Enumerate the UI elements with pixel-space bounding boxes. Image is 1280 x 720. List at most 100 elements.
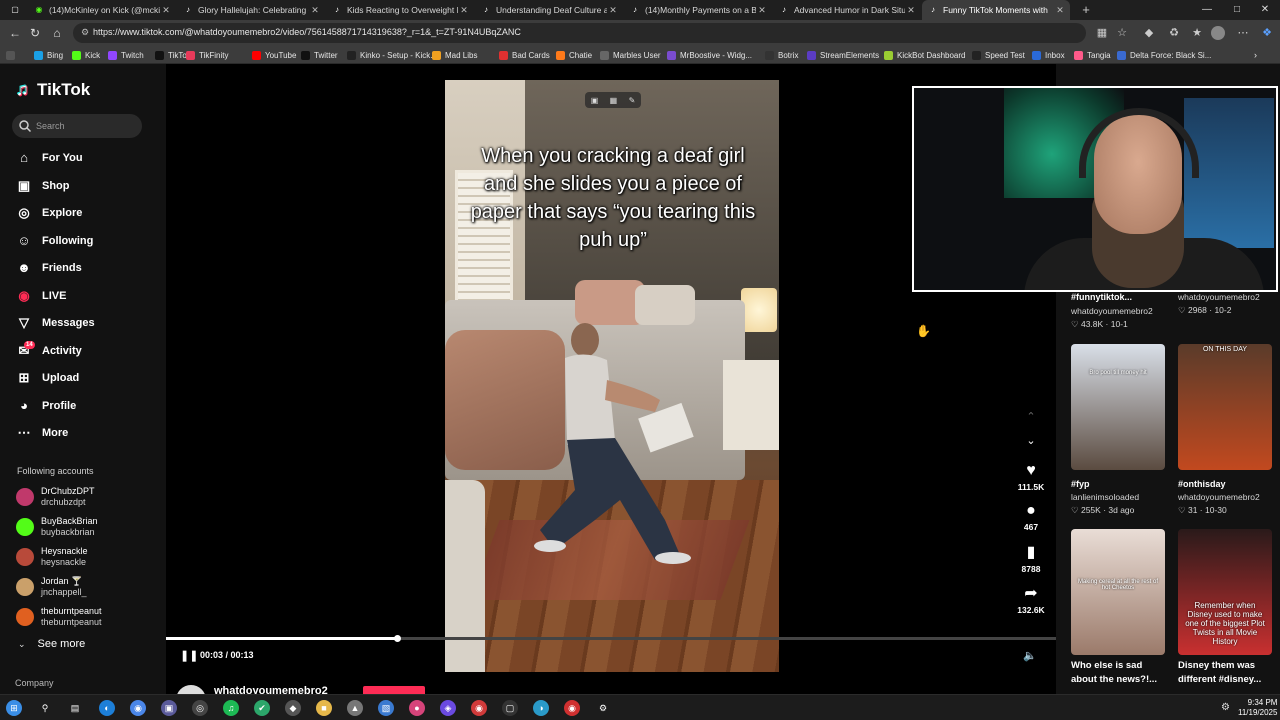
app-icon[interactable]: ▧: [378, 700, 394, 716]
search-box[interactable]: [12, 114, 142, 138]
card-author[interactable]: whatdoyoumemebro2: [1178, 292, 1260, 302]
bookmark-item[interactable]: Botrix: [765, 46, 798, 64]
card-thumbnail[interactable]: ON THIS DAY: [1178, 344, 1272, 470]
save-button[interactable]: ▮ 8788: [1016, 544, 1046, 574]
app-icon[interactable]: ◑: [533, 700, 549, 716]
following-account[interactable]: theburntpeanut theburntpeanut: [16, 604, 156, 630]
close-tab-icon[interactable]: ✕: [458, 5, 470, 16]
progress-knob[interactable]: [394, 635, 402, 642]
next-video-icon[interactable]: ⌄: [1023, 434, 1039, 448]
card-title[interactable]: Disney them was different #disney...: [1178, 659, 1272, 687]
site-info-icon[interactable]: ⚙: [81, 27, 93, 39]
volume-icon[interactable]: 🔈: [1023, 649, 1039, 663]
browser-tab[interactable]: ♪ Funny TikTok Moments with ✕: [922, 0, 1070, 20]
folder-icon[interactable]: ■: [316, 700, 332, 716]
following-account[interactable]: Heysnackle heysnackle: [16, 544, 156, 570]
app-icon[interactable]: ▲: [347, 700, 363, 716]
card-author[interactable]: whatdoyoumemebro2: [1071, 306, 1153, 316]
nav-item-messages[interactable]: ▽ Messages: [16, 312, 156, 334]
browser-tab[interactable]: ♪ Kids Reacting to Overweight Peo✕: [326, 0, 474, 20]
video-player[interactable]: ▣ ▦ ✎ When you cracking a deaf girl and …: [445, 80, 779, 672]
bookmark-item[interactable]: Kinko - Setup - Kick...: [347, 46, 437, 64]
video-card[interactable]: Making cereal at all the rest of hot Che…: [1071, 529, 1165, 687]
home-button[interactable]: ⌂: [48, 24, 66, 42]
instagram-icon[interactable]: ●: [409, 700, 425, 716]
bookmark-item[interactable]: Bing: [34, 46, 63, 64]
see-more-button[interactable]: ⌄ See more: [18, 638, 85, 650]
nav-item-upload[interactable]: ⊞ Upload: [16, 367, 156, 389]
nav-item-shop[interactable]: ▣ Shop: [16, 175, 156, 197]
follow-button[interactable]: [363, 686, 425, 694]
edge-icon[interactable]: ◐: [99, 700, 115, 716]
bookmark-item[interactable]: Mad Libs: [432, 46, 477, 64]
bookmark-item[interactable]: MrBoostive - Widg...: [667, 46, 752, 64]
video-progress-bar[interactable]: [166, 635, 1056, 642]
video-card[interactable]: Bro pool till money hit #fyp lanlienimso…: [1071, 344, 1165, 516]
reader-mode-icon[interactable]: ▦: [1093, 24, 1111, 42]
pip-icon[interactable]: ▣: [591, 96, 599, 105]
windows-start-icon[interactable]: ⊞: [6, 700, 22, 716]
close-tab-icon[interactable]: ✕: [756, 5, 768, 16]
app-icon[interactable]: ◉: [564, 700, 580, 716]
spotify-icon[interactable]: ♫: [223, 700, 239, 716]
company-link[interactable]: Company: [15, 678, 54, 688]
bookmark-star-icon[interactable]: ☆: [1113, 24, 1131, 42]
tab-actions-icon[interactable]: ▢: [4, 0, 24, 20]
close-tab-icon[interactable]: ✕: [160, 5, 172, 16]
new-tab-button[interactable]: +: [1078, 2, 1094, 18]
maximize-button[interactable]: □: [1222, 0, 1252, 20]
back-button[interactable]: ←: [6, 24, 24, 42]
pause-icon[interactable]: ❚❚: [180, 649, 198, 663]
nav-item-profile[interactable]: ◕ Profile: [16, 395, 156, 417]
avatar[interactable]: [16, 548, 34, 566]
browser-tab[interactable]: ◉ (14)McKinley on Kick (@mckinley✕: [28, 0, 176, 20]
profile-avatar[interactable]: [1211, 26, 1225, 40]
comment-button[interactable]: ● 467: [1016, 502, 1046, 532]
card-title[interactable]: #funnytiktok...: [1071, 292, 1132, 302]
browser-tab[interactable]: ♪ Advanced Humor in Dark Situatio✕: [773, 0, 921, 20]
search-icon[interactable]: ⚲: [37, 700, 53, 716]
bookmark-item[interactable]: Marbles User: [600, 46, 661, 64]
bookmark-item[interactable]: Kick: [72, 46, 100, 64]
close-tab-icon[interactable]: ✕: [309, 5, 321, 16]
address-bar[interactable]: ⚙ https://www.tiktok.com/@whatdoyoumemeb…: [73, 23, 1086, 43]
capture-icon[interactable]: ▦: [610, 96, 618, 105]
app-icon[interactable]: ◉: [471, 700, 487, 716]
obs-icon[interactable]: ◎: [192, 700, 208, 716]
chrome-icon[interactable]: ◉: [130, 700, 146, 716]
reload-button[interactable]: ↻: [26, 24, 44, 42]
card-title[interactable]: #onthisday: [1178, 479, 1272, 489]
card-thumbnail[interactable]: Bro pool till money hit: [1071, 344, 1165, 470]
close-window-button[interactable]: ✕: [1250, 0, 1280, 20]
extension-icon[interactable]: ◆: [1140, 24, 1158, 42]
browser-tab[interactable]: ♪ Glory Hallelujah: Celebrating Can✕: [177, 0, 325, 20]
card-thumbnail[interactable]: Making cereal at all the rest of hot Che…: [1071, 529, 1165, 655]
app-icon[interactable]: ◈: [440, 700, 456, 716]
bookmark-item[interactable]: Speed Test: [972, 46, 1025, 64]
close-tab-icon[interactable]: ✕: [1054, 5, 1066, 16]
bookmark-item[interactable]: Twitter: [301, 46, 338, 64]
settings-icon[interactable]: ⚙: [595, 700, 611, 716]
video-tools[interactable]: ▣ ▦ ✎: [585, 92, 641, 108]
nav-item-activity[interactable]: ✉ 14 Activity: [16, 340, 156, 362]
system-clock[interactable]: 9:34 PM 11/19/2025: [1238, 698, 1277, 718]
bookmark-item[interactable]: StreamElements: [807, 46, 879, 64]
card-thumbnail[interactable]: Remember when Disney used to make one of…: [1178, 529, 1272, 655]
bookmark-item[interactable]: Bad Cards: [499, 46, 550, 64]
avatar[interactable]: [16, 518, 34, 536]
bookmark-item[interactable]: Tangia: [1074, 46, 1111, 64]
browser-tab[interactable]: ♪ Understanding Deaf Culture and c✕: [475, 0, 623, 20]
following-account[interactable]: DrChubzDPT drchubzdpt: [16, 484, 156, 510]
bookmark-item[interactable]: YouTube: [252, 46, 296, 64]
card-author[interactable]: whatdoyoumemebro2: [1178, 492, 1272, 502]
like-button[interactable]: ♥ 111.5K: [1016, 462, 1046, 492]
following-account[interactable]: Jordan 🍸 jnchappell_: [16, 574, 156, 600]
card-title[interactable]: #fyp: [1071, 479, 1165, 489]
menu-dots-icon[interactable]: ⋯: [1234, 24, 1252, 42]
minimize-button[interactable]: —: [1192, 0, 1222, 20]
network-icon[interactable]: ⚙: [1221, 702, 1230, 713]
avatar[interactable]: [16, 578, 34, 596]
bookmarks-toggle-icon[interactable]: [6, 46, 19, 64]
previous-video-icon[interactable]: ⌃: [1023, 410, 1039, 424]
avatar[interactable]: [16, 608, 34, 626]
